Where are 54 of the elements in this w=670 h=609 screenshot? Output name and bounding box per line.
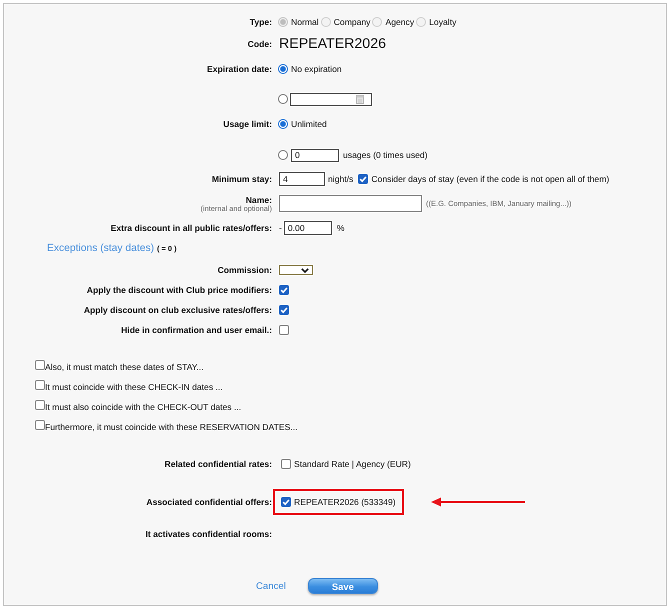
field-label: Apply discount on club exclusive rates/offers: xyxy=(84,305,272,315)
option-label: Agency xyxy=(385,17,414,27)
field-label: Associated confidential offers: xyxy=(146,497,272,507)
checkbox[interactable] xyxy=(35,400,45,410)
minus-sign: - xyxy=(279,223,282,233)
checkbox-label: It must also coincide with the CHECK-OUT dates ... xyxy=(45,402,242,412)
option-label: Standard Rate | Agency (EUR) xyxy=(294,459,411,469)
code-value: REPEATER2026 xyxy=(279,36,386,52)
field-label: Extra discount in all public rates/offers: xyxy=(110,223,272,233)
checkbox[interactable] xyxy=(358,174,368,184)
usage-count-field[interactable]: 0 xyxy=(291,148,339,162)
checkbox[interactable] xyxy=(279,305,289,315)
radio-button[interactable] xyxy=(278,119,288,129)
checkbox-label: It must coincide with these CHECK-IN dates ... xyxy=(45,382,223,392)
field-label: Related confidential rates: xyxy=(164,459,272,469)
checkbox-label: Also, it must match these dates of STAY... xyxy=(45,362,204,372)
option-label: Unlimited xyxy=(291,119,327,129)
option-label: Normal xyxy=(291,17,319,27)
field-label: It activates confidential rooms: xyxy=(145,529,272,539)
checkbox[interactable] xyxy=(35,380,45,390)
discount-field[interactable]: 0.00 xyxy=(284,221,332,235)
name-field[interactable] xyxy=(279,195,422,212)
field-label: Minimum stay: xyxy=(212,174,272,184)
date-field[interactable] xyxy=(290,92,372,106)
field-label: Hide in confirmation and user email.: xyxy=(121,325,272,335)
commission-select[interactable] xyxy=(279,265,313,275)
checkbox-label: Furthermore, it must coincide with these RESERVATION DATES... xyxy=(45,422,298,432)
calendar-icon[interactable] xyxy=(356,94,364,104)
checkbox[interactable] xyxy=(35,420,45,430)
radio-button[interactable] xyxy=(278,64,288,74)
checkbox[interactable] xyxy=(279,325,289,335)
percent-sign: % xyxy=(336,223,345,233)
checkbox-label: Consider days of stay (even if the code is not open all of them) xyxy=(371,174,610,184)
chevron-icon[interactable] xyxy=(301,268,309,272)
field-label: Expiration date: xyxy=(207,64,272,74)
radio-button[interactable] xyxy=(278,94,288,104)
option-label: Loyalty xyxy=(429,17,456,27)
option-label: REPEATER2026 (533349) xyxy=(294,497,396,507)
checkbox[interactable] xyxy=(35,360,45,370)
usage-text: usages (0 times used) xyxy=(343,150,428,160)
field-label: Usage limit: xyxy=(223,119,272,129)
field-label: Apply the discount with Club price modifiers: xyxy=(86,285,272,295)
field-label: Type: xyxy=(250,17,272,27)
unit-text: night/s xyxy=(328,174,354,184)
minimum-stay-field[interactable]: 4 xyxy=(279,172,325,186)
radio-button[interactable] xyxy=(278,150,288,160)
field-label: Commission: xyxy=(218,265,272,275)
checkbox[interactable] xyxy=(281,497,291,507)
option-label: Company xyxy=(334,17,370,27)
field-label: Name: xyxy=(246,196,272,206)
option-label: No expiration xyxy=(291,64,342,74)
checkbox[interactable] xyxy=(279,285,289,295)
field-label: Code: xyxy=(248,39,272,49)
checkbox[interactable] xyxy=(281,459,291,469)
